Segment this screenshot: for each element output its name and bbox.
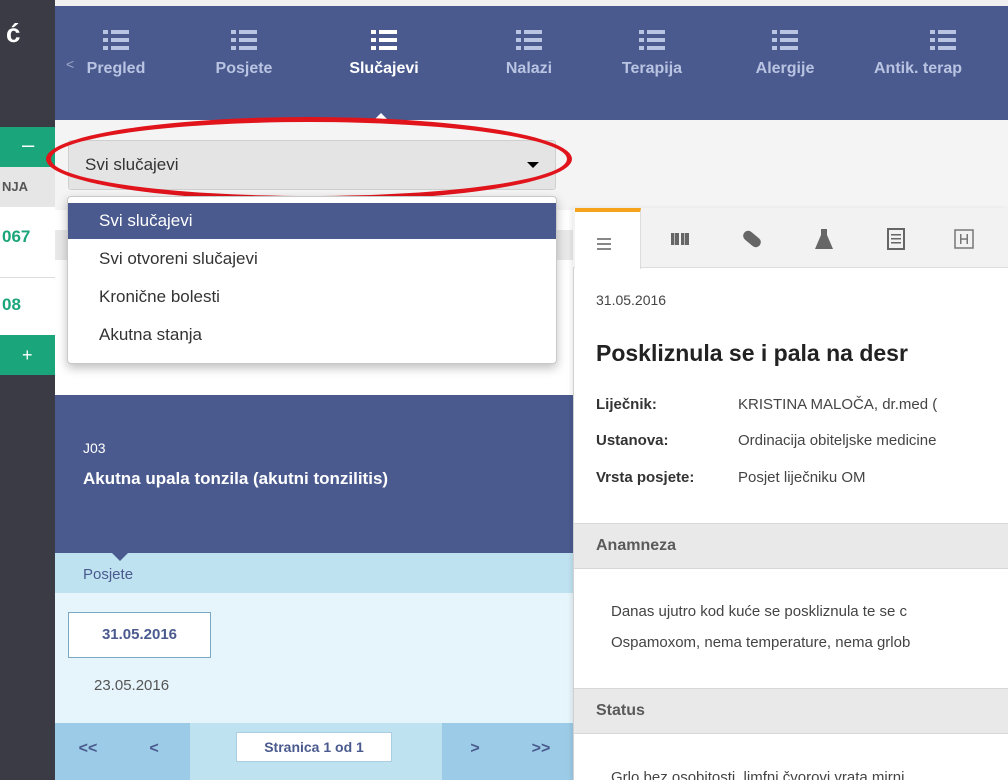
dropdown-option-kronicne-bolesti[interactable]: Kronične bolesti [68, 279, 556, 315]
visits-label: Posjete [83, 566, 134, 583]
collapse-button[interactable]: – [0, 127, 55, 167]
case-filter-select[interactable]: Svi slučajevi [68, 140, 556, 190]
h-icon [954, 229, 974, 249]
case-filter-dropdown: Svi slučajevi Svi otvoreni slučajevi Kro… [67, 196, 557, 364]
detail-tab-medication[interactable] [728, 208, 776, 268]
dropdown-option-svi-otvoreni[interactable]: Svi otvoreni slučajevi [68, 241, 556, 277]
tab-antik-terapija[interactable]: Antik. terap [874, 30, 1008, 110]
flask-icon [815, 229, 833, 250]
add-button[interactable]: + [0, 335, 55, 375]
tab-slucajevi[interactable]: Slučajevi [336, 30, 432, 110]
anamnesis-text-line: Ospamoxom, nema temperature, nema grlob [611, 634, 911, 651]
case-filter-value: Svi slučajevi [85, 155, 179, 174]
status-title: Status [596, 702, 645, 719]
detail-tab-lab[interactable] [800, 208, 848, 268]
visit-item-selected[interactable]: 31.05.2016 [68, 612, 211, 658]
detail-tab-hospital[interactable] [940, 208, 988, 268]
left-summary-header: NJA [0, 167, 55, 207]
list-icon [103, 30, 129, 50]
tab-label: Posjete [215, 60, 273, 77]
caret-down-icon [527, 162, 539, 168]
tab-pregled[interactable]: Pregled [76, 30, 156, 110]
pill-icon [743, 231, 761, 248]
list-icon [639, 30, 665, 50]
document-icon [887, 228, 905, 251]
left-summary-panel: NJA 067 08 [0, 167, 55, 335]
list-icon [597, 238, 611, 253]
tab-posjete[interactable]: Posjete [204, 30, 284, 110]
visit-title: Poskliznula se i pala na desr [596, 340, 908, 366]
tab-nalazi[interactable]: Nalazi [494, 30, 564, 110]
list-icon [231, 30, 257, 50]
doctor-label: Liječnik: [596, 396, 657, 413]
anamnesis-section-header[interactable]: Anamneza [574, 523, 1008, 569]
left-summary-number-1[interactable]: 067 [2, 227, 30, 247]
list-icon [516, 30, 542, 50]
tab-label: Alergije [755, 60, 815, 77]
anamnesis-title: Anamneza [596, 537, 677, 554]
detail-tab-document[interactable] [872, 208, 920, 268]
institution-label: Ustanova: [596, 432, 669, 449]
visit-item[interactable]: 23.05.2016 [94, 677, 169, 694]
pager-next-button[interactable]: > [453, 723, 497, 780]
visit-type-value: Posjet liječniku OM [738, 469, 866, 486]
detail-tab-overview[interactable] [575, 208, 641, 269]
left-sidebar: ć [0, 0, 55, 780]
visit-type-label: Vrsta posjete: [596, 469, 695, 486]
pager-prev-button[interactable]: < [132, 723, 176, 780]
tab-label: Antik. terap [874, 60, 963, 77]
tab-label: Nalazi [505, 60, 553, 77]
tab-label: Slučajevi [349, 60, 419, 77]
book-icon [671, 233, 689, 246]
status-text-line: Grlo bez osobitosti, limfni čvorovi vrat… [611, 769, 905, 780]
visit-date: 31.05.2016 [596, 292, 667, 308]
case-code: J03 [83, 440, 106, 456]
app-logo-letter: ć [6, 18, 21, 48]
tab-label: Pregled [86, 60, 146, 77]
list-icon [371, 30, 397, 50]
institution-value: Ordinacija obiteljske medicine [738, 432, 937, 449]
left-summary-number-2[interactable]: 08 [2, 295, 21, 315]
pager-first-button[interactable]: << [66, 723, 110, 780]
divider [0, 277, 55, 278]
dropdown-option-akutna-stanja[interactable]: Akutna stanja [68, 317, 556, 353]
pager-last-button[interactable]: >> [519, 723, 563, 780]
dropdown-option-svi-slucajevi[interactable]: Svi slučajevi [68, 203, 556, 239]
case-card-pointer [112, 553, 128, 561]
page-indicator: Stranica 1 od 1 [236, 732, 392, 762]
case-title: Akutna upala tonzila (akutni tonzilitis) [83, 469, 389, 488]
nav-back-arrow[interactable]: < [66, 56, 74, 72]
list-icon [772, 30, 798, 50]
tab-alergije[interactable]: Alergije [743, 30, 827, 110]
tab-label: Terapija [621, 60, 683, 77]
anamnesis-text-line: Danas ujutro kod kuće se poskliznula te … [611, 603, 907, 620]
tab-terapija[interactable]: Terapija [612, 30, 692, 110]
list-icon [930, 30, 956, 50]
active-tab-indicator [374, 113, 388, 120]
status-section-header[interactable]: Status [574, 688, 1008, 734]
detail-tab-book[interactable] [656, 208, 704, 268]
doctor-value: KRISTINA MALOČA, dr.med ( [738, 396, 938, 413]
